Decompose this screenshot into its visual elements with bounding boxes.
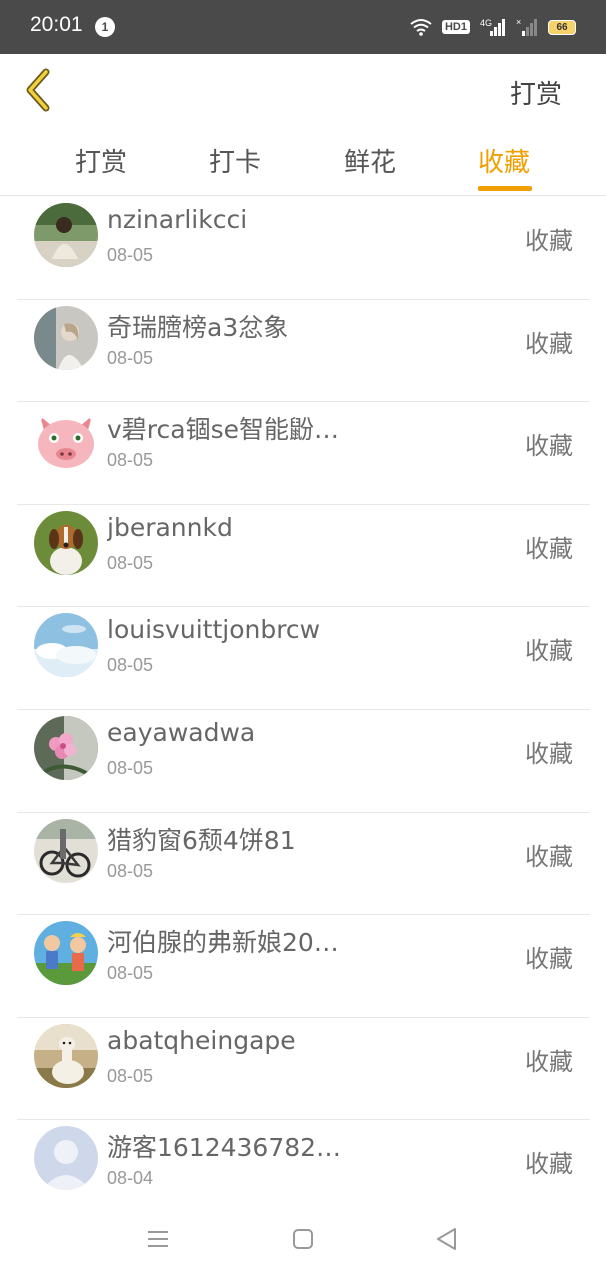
battery-icon: 66 [548,19,576,35]
avatar-dog [34,510,98,575]
favorites-list: nzinarlikcci 08-05 收藏 奇瑞膪榜a3忿象 08-05 收藏 [17,197,590,1223]
avatar-cartoon [34,921,98,986]
item-date: 08-05 [107,655,154,676]
svg-text:×: × [516,17,521,27]
user-name: 河伯腺的弗新娘20… [107,928,339,958]
status-icons: HD1 4G × 66 [410,16,576,38]
list-item[interactable]: 奇瑞膪榜a3忿象 08-05 收藏 [17,300,590,403]
list-item[interactable]: nzinarlikcci 08-05 收藏 [17,197,590,300]
status-time: 20:01 [30,13,83,36]
item-date: 08-05 [107,1065,154,1086]
chevron-left-icon [26,68,50,112]
menu-icon[interactable] [146,1227,170,1251]
item-date: 08-05 [107,245,154,265]
back-triangle-icon[interactable] [434,1227,458,1251]
item-date: 08-04 [107,1168,154,1189]
favorite-label: 收藏 [525,637,573,666]
user-name: jberannkd [107,512,233,542]
hd-icon: HD1 [441,20,470,34]
favorite-label: 收藏 [525,227,573,255]
signal-weak-icon: × [516,17,537,36]
user-name: 游客1612436782… [107,1133,342,1163]
wifi-icon [410,19,432,36]
favorite-label: 收藏 [525,534,573,563]
svg-text:4G: 4G [480,18,492,28]
user-name: 猎豹窗6颓4饼81 [107,825,296,855]
item-date: 08-05 [107,450,154,471]
user-name: eayawadwa [107,717,256,747]
list-item[interactable]: abatqheingape 08-05 收藏 [17,1018,590,1121]
avatar-flower [34,715,98,780]
user-name: nzinarlikcci [107,205,248,234]
list-item[interactable]: v碧rca锢se智能鼢… 08-05 收藏 [17,402,590,505]
favorite-label: 收藏 [525,329,573,358]
user-name: abatqheingape [107,1025,296,1055]
active-tab-indicator [478,186,532,191]
item-date: 08-05 [107,347,154,368]
back-button[interactable] [18,68,62,112]
home-icon[interactable] [291,1227,315,1251]
system-nav-bar [0,1205,606,1280]
list-item[interactable]: 猎豹窗6颓4饼81 08-05 收藏 [17,813,590,916]
avatar-default [34,1126,98,1191]
item-date: 08-05 [107,757,154,778]
avatar-bicycle [34,818,98,883]
signal-4g-icon: 4G [480,18,505,36]
top-nav: 打赏 [0,54,606,126]
favorite-label: 收藏 [525,842,573,871]
list-item[interactable]: louisvuittjonbrcw 08-05 收藏 [17,607,590,710]
favorite-label: 收藏 [525,945,573,974]
favorite-label: 收藏 [525,1150,573,1179]
notification-badge: 1 [95,17,115,37]
item-date: 08-05 [107,860,154,881]
item-date: 08-05 [107,552,154,573]
tab-favorites[interactable]: 收藏 [478,142,530,179]
user-name: v碧rca锢se智能鼢… [107,415,339,445]
tab-tip[interactable]: 打赏 [75,142,127,179]
item-date: 08-05 [107,963,154,984]
avatar-pig [34,408,98,473]
tab-checkin[interactable]: 打卡 [209,142,261,179]
tip-header-button[interactable]: 打赏 [510,74,562,111]
avatar-alpaca [34,1023,98,1088]
favorite-label: 收藏 [525,1047,573,1076]
favorite-label: 收藏 [525,739,573,768]
avatar-woman-white [34,305,98,370]
user-name: 奇瑞膪榜a3忿象 [107,312,289,342]
list-item[interactable]: 河伯腺的弗新娘20… 08-05 收藏 [17,915,590,1018]
user-name: louisvuittjonbrcw [107,615,321,645]
status-bar: 20:01 1 HD1 4G × 66 [0,0,606,54]
list-item[interactable]: eayawadwa 08-05 收藏 [17,710,590,813]
favorite-label: 收藏 [525,432,573,461]
avatar-woman-green [34,203,98,267]
list-item[interactable]: jberannkd 08-05 收藏 [17,505,590,608]
avatar-sky [34,613,98,678]
tab-flowers[interactable]: 鲜花 [344,142,396,179]
